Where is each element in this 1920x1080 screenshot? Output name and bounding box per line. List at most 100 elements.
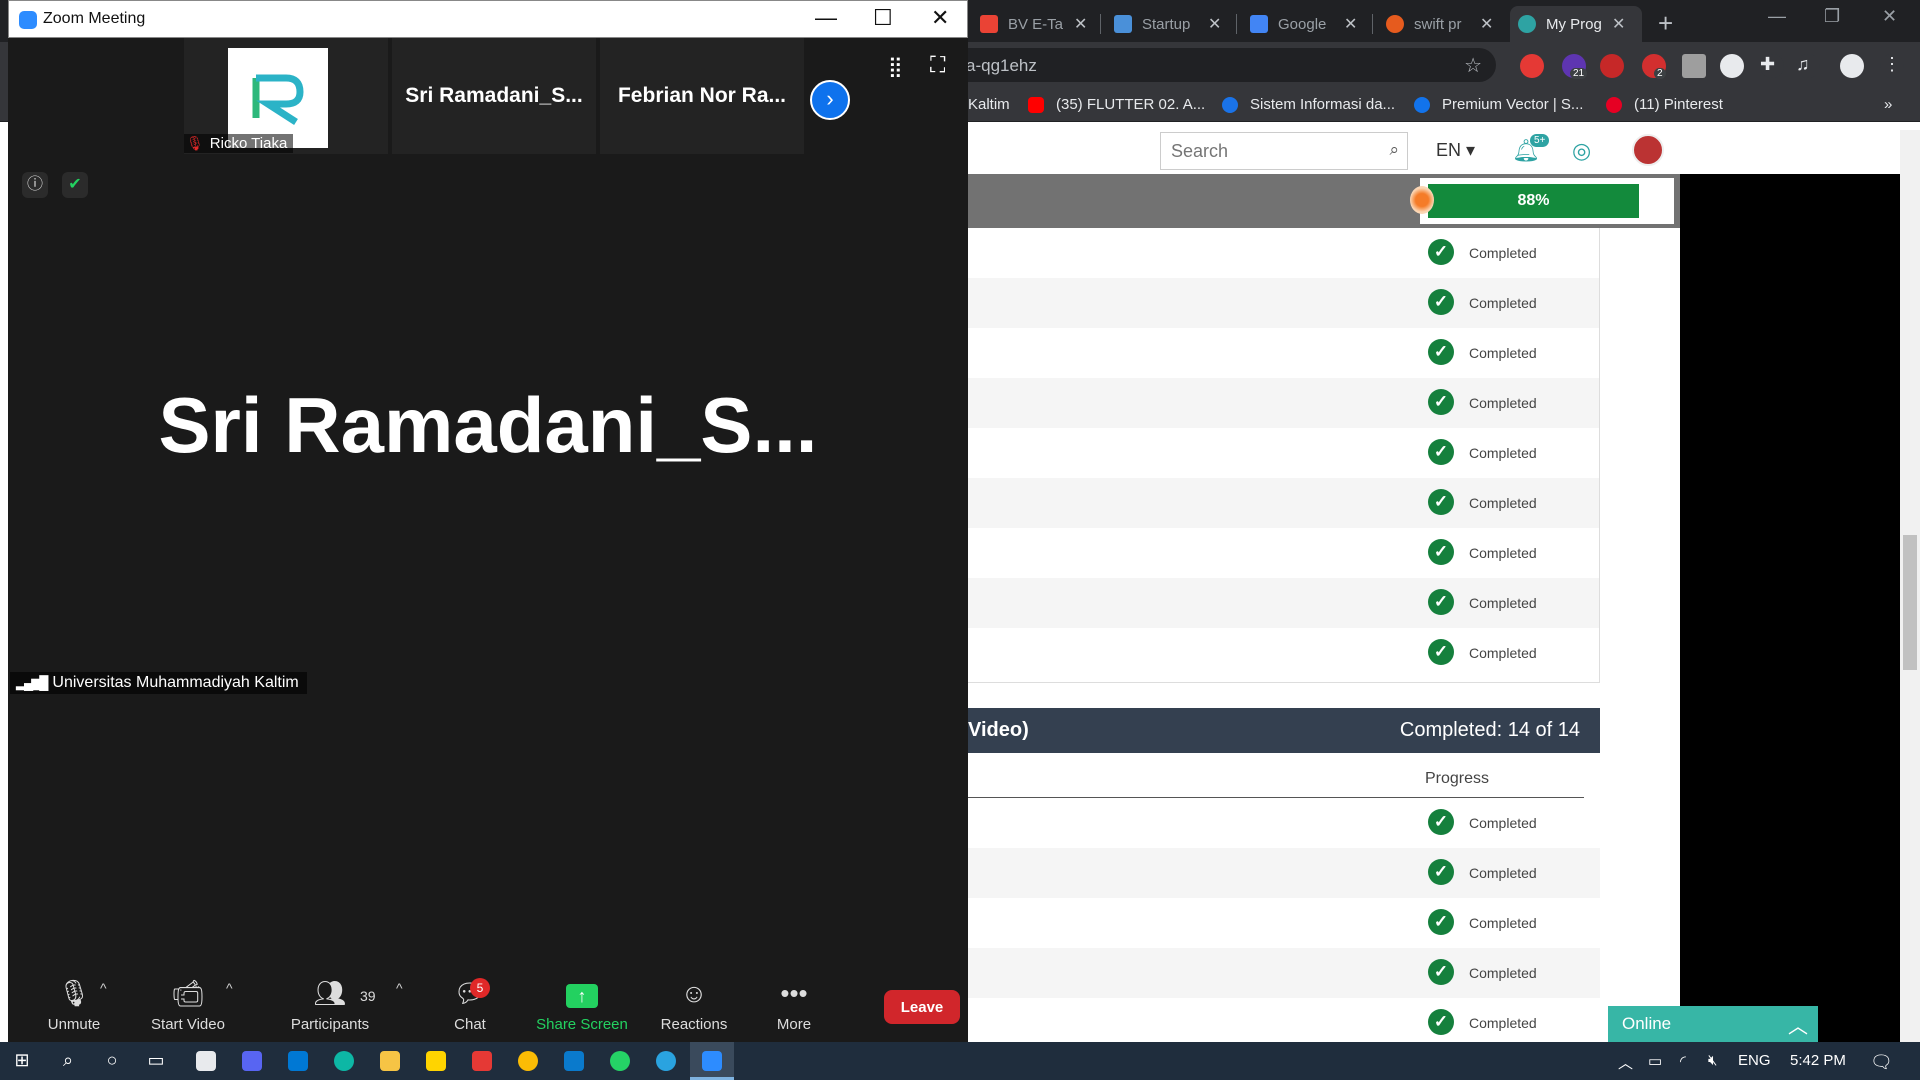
menu-kebab-icon[interactable]: ⋮ — [1880, 54, 1904, 78]
zoom-taskbar-button[interactable] — [690, 1042, 734, 1080]
task-view-icon[interactable]: ▭ — [144, 1050, 168, 1072]
lesson-row[interactable]: ✓ Completed — [968, 278, 1600, 328]
lesson-row[interactable]: ✓ Completed — [968, 428, 1600, 478]
close-icon[interactable]: ✕ — [1208, 14, 1221, 34]
profile-avatar[interactable] — [1840, 54, 1864, 78]
tab-startup[interactable]: Startup ✕ — [1106, 6, 1229, 42]
completion-status: Completed — [1469, 965, 1537, 981]
close-icon[interactable]: ✕ — [1612, 14, 1625, 34]
lesson-row[interactable]: ✓ Completed — [968, 898, 1600, 948]
language-selector[interactable]: EN ▾ — [1436, 140, 1475, 161]
more-bookmarks-button[interactable]: » — [1884, 96, 1892, 113]
participant-tile[interactable]: 🎙︎ Ricko Tiaka — [184, 38, 388, 154]
zoom-window: Zoom Meeting — ☐ ✕ 🎙︎ Ricko Tiaka Sri Ra… — [8, 0, 968, 1042]
vscode-icon[interactable] — [564, 1051, 584, 1071]
app-icon[interactable] — [472, 1051, 492, 1071]
minimize-button[interactable]: — — [1768, 6, 1786, 27]
participant-name: Sri Ramadani_S... — [405, 84, 583, 107]
close-icon[interactable]: ✕ — [1074, 14, 1087, 34]
lesson-row[interactable]: ✓ Completed — [968, 528, 1600, 578]
lesson-list-1: ✓ Completed ✓ Completed ✓ Completed ✓ Completed… — [968, 228, 1600, 678]
fullscreen-icon[interactable]: ⛶ — [930, 52, 945, 78]
camera-extension-icon[interactable] — [1520, 54, 1544, 78]
bookmark-kaltim[interactable]: Kaltim — [968, 96, 1010, 113]
discord-icon[interactable] — [242, 1051, 262, 1071]
info-icon[interactable]: ⓘ — [22, 172, 48, 198]
audio-options-caret[interactable]: ^ — [100, 980, 107, 996]
site-search-box[interactable]: ⌕ — [1160, 132, 1408, 170]
media-control-icon[interactable]: ♫ — [1796, 54, 1820, 78]
bookmark-premium-vector[interactable]: Premium Vector | S... — [1414, 96, 1583, 113]
lesson-row[interactable]: ✓ Completed — [968, 798, 1600, 848]
tab-my-progress[interactable]: My Prog ✕ — [1510, 6, 1642, 42]
search-icon[interactable]: ⌕ — [56, 1050, 80, 1072]
participant-tile[interactable]: Febrian Nor Ra... — [600, 38, 804, 154]
bookmark-flutter[interactable]: (35) FLUTTER 02. A... — [1028, 96, 1205, 113]
chevron-up-icon[interactable]: ︿ — [1788, 1010, 1808, 1039]
bookmark-sistem-informasi[interactable]: Sistem Informasi da... — [1222, 96, 1395, 113]
clock[interactable]: 5:42 PM — [1790, 1052, 1846, 1069]
close-window-button[interactable]: ✕ — [1882, 6, 1897, 27]
globe-icon[interactable]: ◎ — [1572, 138, 1591, 164]
lesson-row[interactable]: ✓ Completed — [968, 998, 1600, 1048]
language-indicator[interactable]: ENG — [1738, 1052, 1771, 1069]
chat-widget[interactable]: Online ︿ — [1608, 1006, 1818, 1042]
puzzle-extensions-icon[interactable]: ✚ — [1760, 54, 1784, 78]
scrollbar-thumb[interactable] — [1903, 535, 1917, 670]
store-icon[interactable] — [196, 1051, 216, 1071]
vimeo-extension-icon[interactable] — [1720, 54, 1744, 78]
lesson-row[interactable]: ✓ Completed — [968, 628, 1600, 678]
lesson-row[interactable]: ✓ Completed — [968, 948, 1600, 998]
wifi-icon[interactable]: ◜ — [1680, 1052, 1686, 1070]
participants-options-caret[interactable]: ^ — [396, 980, 403, 996]
participants-button[interactable]: 👥︎ Participants — [270, 978, 390, 1033]
shield-extension-icon[interactable] — [1600, 54, 1624, 78]
new-tab-button[interactable]: + — [1658, 8, 1673, 39]
next-page-button[interactable]: › — [810, 80, 850, 120]
close-icon[interactable]: ✕ — [1344, 14, 1357, 34]
share-screen-button[interactable]: ↑ Share Screen — [522, 978, 642, 1033]
notification-center-icon[interactable]: 🗨︎ — [1870, 1052, 1893, 1073]
maximize-button[interactable]: ☐ — [873, 5, 893, 31]
sticky-notes-icon[interactable] — [426, 1051, 446, 1071]
encryption-shield-icon[interactable]: ✔ — [62, 172, 88, 198]
chevron-up-icon[interactable]: ︿ — [1618, 1052, 1633, 1073]
address-bar[interactable]: a-qg1ehz ☆ — [960, 48, 1496, 82]
mail-icon[interactable] — [288, 1051, 308, 1071]
lesson-row[interactable]: ✓ Completed — [968, 848, 1600, 898]
search-input[interactable] — [1171, 141, 1371, 162]
lesson-row[interactable]: ✓ Completed — [968, 328, 1600, 378]
video-options-caret[interactable]: ^ — [226, 980, 233, 996]
lesson-row[interactable]: ✓ Completed — [968, 228, 1600, 278]
volume-muted-icon[interactable]: 🔇︎ — [1708, 1052, 1717, 1069]
gallery-view-icon[interactable]: ⣿ — [888, 54, 908, 78]
close-button[interactable]: ✕ — [931, 5, 949, 31]
telegram-icon[interactable] — [656, 1051, 676, 1071]
chrome-icon[interactable] — [518, 1051, 538, 1071]
minimize-button[interactable]: — — [815, 5, 837, 31]
more-button[interactable]: ••• More — [734, 978, 854, 1033]
tab-swift[interactable]: swift pr ✕ — [1378, 6, 1501, 42]
leave-button[interactable]: Leave — [884, 990, 960, 1024]
file-explorer-icon[interactable] — [380, 1051, 400, 1071]
battery-icon[interactable]: ▭ — [1648, 1052, 1662, 1070]
unmute-button[interactable]: 🎙︎ Unmute — [14, 978, 134, 1033]
cortana-icon[interactable]: ○ — [100, 1050, 124, 1072]
edge-icon[interactable] — [334, 1051, 354, 1071]
tab-google[interactable]: Google ✕ — [1242, 6, 1365, 42]
tab-bv-etalent[interactable]: BV E-Tal ✕ — [972, 6, 1095, 42]
windows-start-icon[interactable]: ⊞ — [10, 1050, 34, 1072]
bookmark-pinterest[interactable]: (11) Pinterest — [1606, 96, 1723, 113]
bookmark-star-icon[interactable]: ☆ — [1464, 53, 1482, 78]
square-extension-icon[interactable] — [1682, 54, 1706, 78]
restore-button[interactable]: ❐ — [1824, 6, 1840, 27]
brave-search-icon — [1386, 15, 1404, 33]
avatar[interactable] — [1632, 134, 1664, 166]
close-icon[interactable]: ✕ — [1480, 14, 1493, 34]
lesson-row[interactable]: ✓ Completed — [968, 478, 1600, 528]
lesson-row[interactable]: ✓ Completed — [968, 378, 1600, 428]
participant-tile[interactable]: Sri Ramadani_S... — [392, 38, 596, 154]
whatsapp-icon[interactable] — [610, 1051, 630, 1071]
search-icon[interactable]: ⌕ — [1389, 140, 1399, 160]
lesson-row[interactable]: ✓ Completed — [968, 578, 1600, 628]
